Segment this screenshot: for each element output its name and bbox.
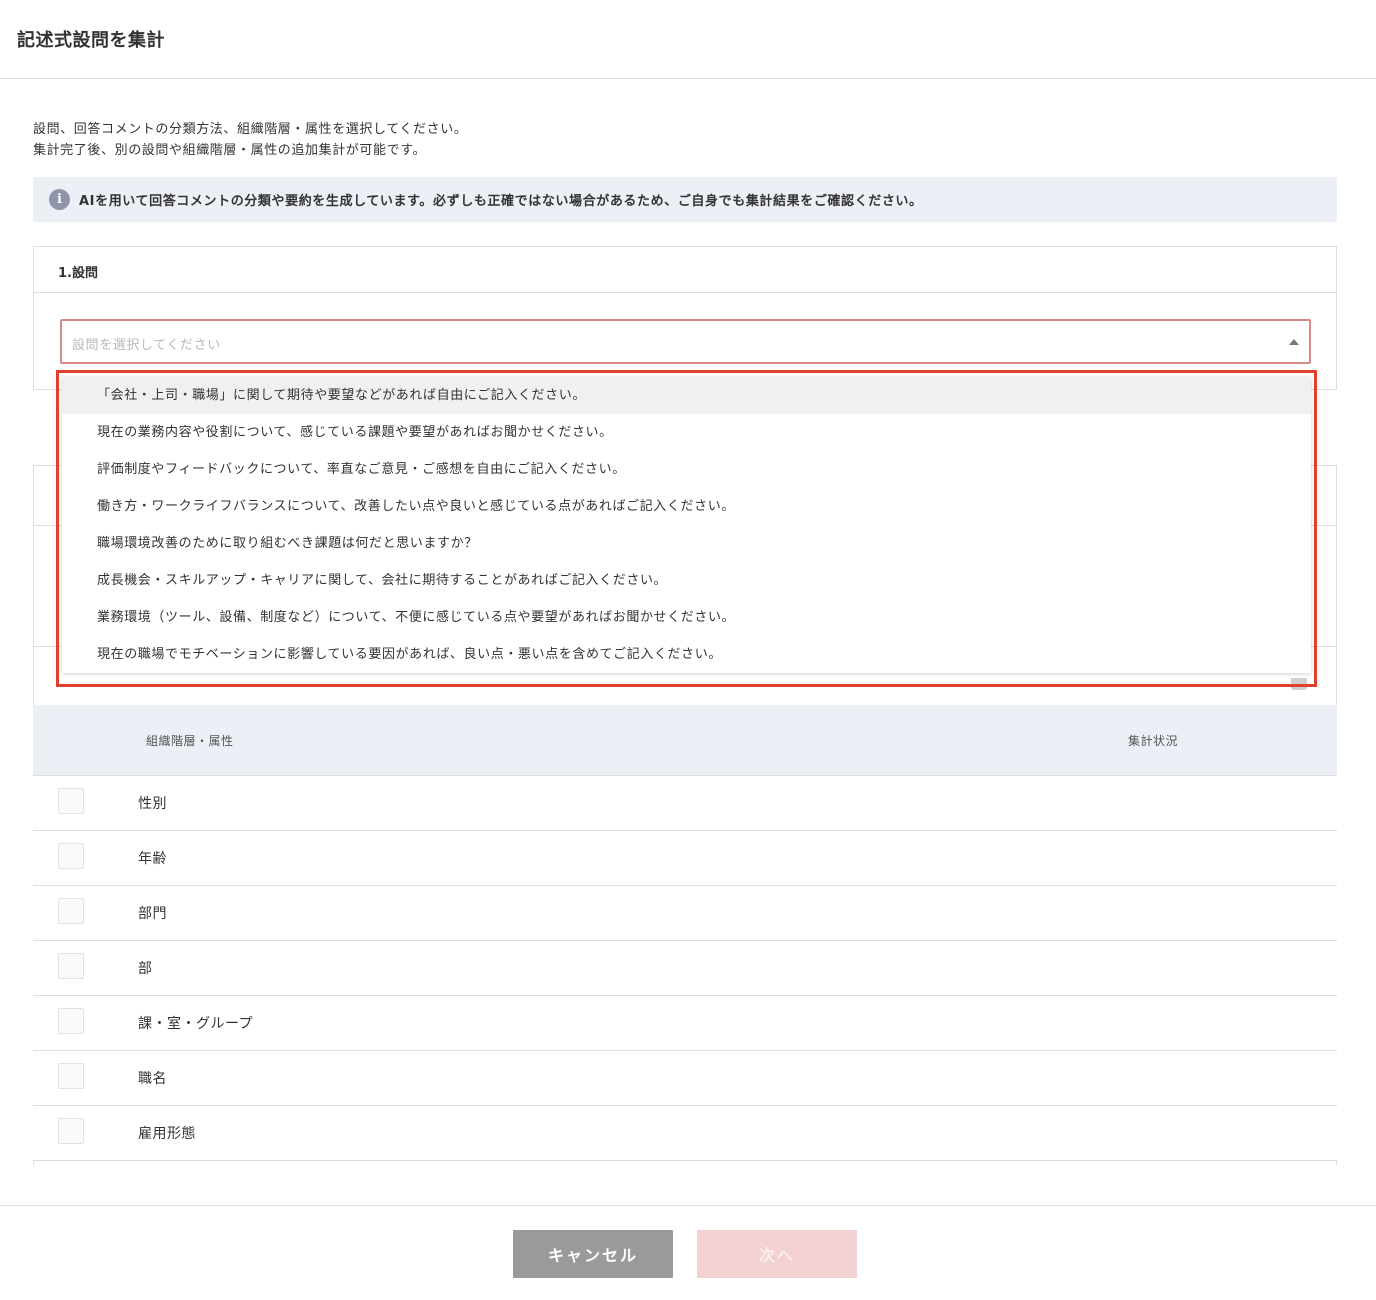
- row-checkbox[interactable]: [58, 1063, 84, 1089]
- row-label: 性別: [138, 796, 167, 812]
- question-section-header: 1.設問: [34, 247, 1336, 293]
- question-section: 1.設問 設問を選択してください: [33, 246, 1337, 390]
- ai-notice-text: AIを用いて回答コメントの分類や要約を生成しています。必ずしも正確ではない場合が…: [79, 194, 923, 209]
- dropdown-option[interactable]: 職場環境改善のために取り組むべき課題は何だと思いますか？: [62, 525, 1311, 562]
- next-button[interactable]: 次へ: [697, 1230, 857, 1278]
- row-label: 雇用形態: [138, 1126, 196, 1142]
- dropdown-option[interactable]: 評価制度やフィードバックについて、率直なご意見・ご感想を自由にご記入ください。: [62, 451, 1311, 488]
- page-title: 記述式設問を集計: [17, 30, 165, 51]
- question-select-placeholder: 設問を選択してください: [72, 338, 221, 353]
- row-label: 部: [138, 961, 153, 977]
- question-select[interactable]: 設問を選択してください: [60, 319, 1311, 364]
- row-checkbox[interactable]: [58, 843, 84, 869]
- instructions-line-2: 集計完了後、別の設問や組織階層・属性の追加集計が可能です。: [33, 143, 427, 158]
- page-header: 記述式設問を集計: [0, 0, 1376, 79]
- row-checkbox[interactable]: [58, 953, 84, 979]
- table-row: 性別: [33, 776, 1337, 831]
- row-checkbox[interactable]: [58, 1008, 84, 1034]
- table-row: 年齢: [33, 831, 1337, 886]
- select-edge: [1291, 678, 1307, 690]
- question-section-title: 1.設問: [58, 266, 98, 281]
- table-row: 雇用形態: [33, 1106, 1337, 1161]
- dropdown-option[interactable]: 働き方・ワークライフバランスについて、改善したい点や良いと感じている点があればご…: [62, 488, 1311, 525]
- row-label: 職名: [138, 1071, 167, 1087]
- dropdown-option[interactable]: 成長機会・スキルアップ・キャリアに関して、会社に期待することがあればご記入くださ…: [62, 562, 1311, 599]
- ai-notice-banner: i AIを用いて回答コメントの分類や要約を生成しています。必ずしも正確ではない場…: [33, 177, 1337, 222]
- question-dropdown-menu: 「会社・上司・職場」に関して期待や要望などがあれば自由にご記入ください。 現在の…: [62, 377, 1311, 673]
- dropdown-option[interactable]: 業務環境（ツール、設備、制度など）について、不便に感じている点や要望があればお聞…: [62, 599, 1311, 636]
- info-icon: i: [49, 189, 70, 210]
- instructions-line-1: 設問、回答コメントの分類方法、組織階層・属性を選択してください。: [33, 122, 468, 137]
- footer-bar: キャンセル 次へ: [0, 1205, 1376, 1300]
- cancel-button[interactable]: キャンセル: [513, 1230, 673, 1278]
- caret-up-icon: [1289, 339, 1299, 345]
- row-checkbox[interactable]: [58, 788, 84, 814]
- table-row: 部: [33, 941, 1337, 996]
- attribute-table-header: 組織階層・属性 集計状況: [33, 705, 1337, 776]
- table-row: 職名: [33, 1051, 1337, 1106]
- row-label: 部門: [138, 906, 167, 922]
- column-header-status: 集計状況: [1128, 734, 1179, 748]
- row-checkbox[interactable]: [58, 898, 84, 924]
- table-row: 課・室・グループ: [33, 996, 1337, 1051]
- table-row: 部門: [33, 886, 1337, 941]
- column-header-attribute: 組織階層・属性: [146, 734, 234, 748]
- dropdown-option[interactable]: 「会社・上司・職場」に関して期待や要望などがあれば自由にご記入ください。: [62, 377, 1311, 414]
- dropdown-option[interactable]: 現在の業務内容や役割について、感じている課題や要望があればお聞かせください。: [62, 414, 1311, 451]
- row-label: 課・室・グループ: [138, 1016, 254, 1032]
- row-label: 年齢: [138, 851, 167, 867]
- dropdown-option[interactable]: 現在の職場でモチベーションに影響している要因があれば、良い点・悪い点を含めてご記…: [62, 636, 1311, 673]
- instructions: 設問、回答コメントの分類方法、組織階層・属性を選択してください。 集計完了後、別…: [33, 119, 467, 161]
- row-checkbox[interactable]: [58, 1118, 84, 1144]
